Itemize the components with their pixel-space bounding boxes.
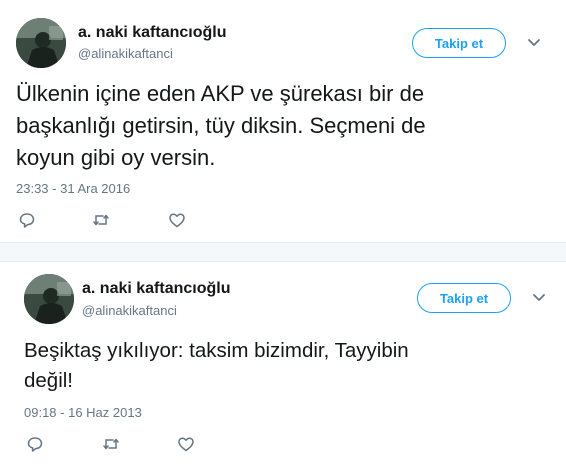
reply-icon[interactable] bbox=[26, 435, 44, 453]
author-handle[interactable]: @alinakikaftanci bbox=[78, 46, 173, 61]
tweet-text: Beşiktaş yıkılıyor: taksim bizimdir, Tay… bbox=[24, 339, 409, 392]
tweet-separator bbox=[0, 242, 566, 262]
tweet-timestamp[interactable]: 23:33 - 31 Ara 2016 bbox=[16, 181, 130, 196]
author-name[interactable]: a. naki kaftancıoğlu bbox=[78, 24, 226, 42]
author-name[interactable]: a. naki kaftancıoğlu bbox=[82, 280, 230, 298]
reply-icon[interactable] bbox=[18, 211, 36, 229]
follow-button[interactable]: Takip et bbox=[417, 283, 511, 313]
chevron-down-icon[interactable] bbox=[532, 293, 546, 303]
like-icon[interactable] bbox=[177, 435, 195, 453]
tweet-text: Ülkenin içine eden AKP ve şürekası bir d… bbox=[16, 81, 426, 170]
retweet-icon[interactable] bbox=[102, 435, 120, 453]
avatar[interactable] bbox=[16, 18, 66, 68]
tweet-timestamp[interactable]: 09:18 - 16 Haz 2013 bbox=[24, 405, 142, 420]
tweet-card: a. naki kaftancıoğlu @alinakikaftanci Ta… bbox=[0, 0, 566, 242]
tweet-feed: a. naki kaftancıoğlu @alinakikaftanci Ta… bbox=[0, 0, 566, 464]
author-handle[interactable]: @alinakikaftanci bbox=[82, 303, 177, 318]
chevron-down-icon[interactable] bbox=[527, 38, 541, 48]
retweet-icon[interactable] bbox=[92, 211, 110, 229]
like-icon[interactable] bbox=[168, 211, 186, 229]
tweet-card: a. naki kaftancıoğlu @alinakikaftanci Ta… bbox=[0, 262, 566, 464]
follow-button[interactable]: Takip et bbox=[412, 28, 506, 58]
avatar[interactable] bbox=[24, 274, 74, 324]
